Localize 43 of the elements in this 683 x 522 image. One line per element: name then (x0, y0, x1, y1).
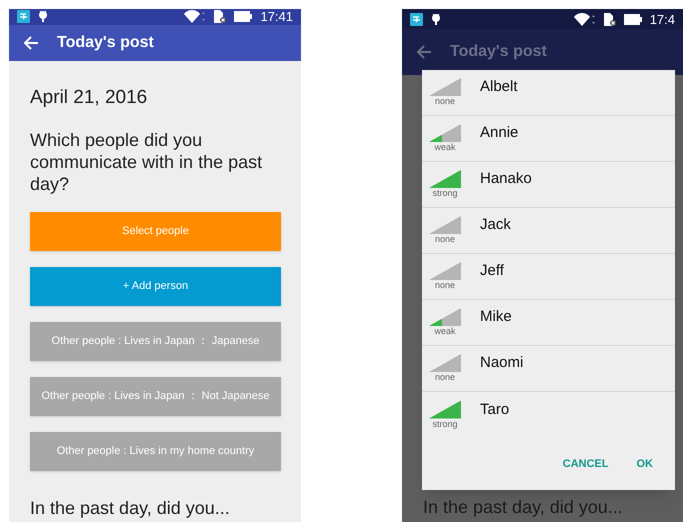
back-arrow-icon (23, 36, 39, 50)
back-button[interactable] (416, 45, 432, 59)
status-time: 17:41 (260, 10, 293, 24)
battery-icon (234, 11, 252, 22)
strength-label: none (434, 280, 456, 291)
screen-cast-icon (410, 12, 423, 26)
person-row[interactable]: none Naomi (422, 346, 675, 392)
person-name: Taro (480, 400, 510, 420)
date-heading: April 21, 2016 (30, 86, 148, 110)
question-text: Which people did you communicate with in the past day? (30, 129, 264, 195)
back-arrow-icon (416, 45, 432, 59)
person-row[interactable]: strong Taro (422, 392, 675, 438)
person-name: Jack (480, 215, 511, 236)
person-row[interactable]: none Jack (422, 208, 675, 254)
person-row[interactable]: none Jeff (422, 254, 675, 300)
sim-card-icon (602, 12, 616, 26)
person-row[interactable]: weak Mike (422, 300, 675, 346)
person-name: Hanako (480, 169, 532, 190)
app-bar-title: Today's post (450, 42, 547, 62)
strength-label: strong (432, 188, 458, 199)
strength-label: none (434, 372, 456, 383)
person-name: Jeff (480, 261, 504, 282)
strength-label: weak (434, 326, 456, 337)
person-row[interactable]: weak Annie (422, 116, 675, 162)
strength-label: weak (434, 142, 456, 153)
app-bar-title: Today's post (57, 32, 154, 53)
wifi-icon (572, 12, 595, 26)
question-text: In the past day, did you... (30, 497, 231, 520)
sim-card-icon (213, 10, 226, 24)
person-name: Naomi (480, 353, 524, 374)
wifi-icon (183, 10, 206, 24)
person-name: Mike (480, 307, 512, 328)
question-text: In the past day, did you... (423, 496, 624, 519)
battery-icon (624, 14, 642, 24)
status-time: 17:4 (650, 12, 675, 26)
person-name: Annie (480, 123, 518, 144)
person-row[interactable]: strong Hanako (422, 162, 675, 208)
strength-label: none (434, 234, 456, 245)
person-name: Albelt (480, 77, 518, 98)
screen-cast-icon (17, 10, 30, 24)
strength-label: none (434, 96, 456, 107)
person-row[interactable]: none Albelt (422, 70, 675, 116)
strength-label: strong (432, 418, 458, 430)
